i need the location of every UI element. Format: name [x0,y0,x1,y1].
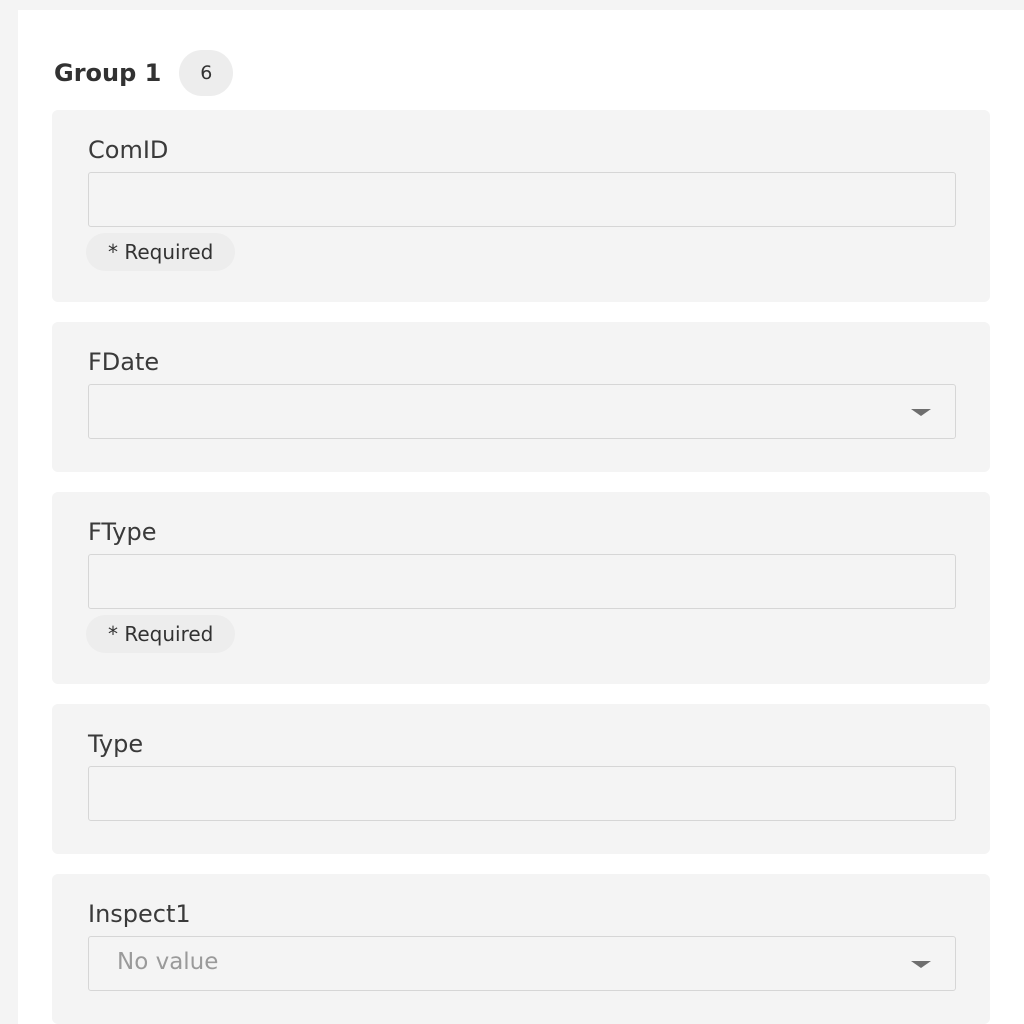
inspect1-value: No value [117,949,219,975]
chevron-down-icon[interactable] [911,961,931,968]
field-card-comid: ComID * Required [52,110,990,302]
field-card-fdate: FDate [52,322,990,472]
inspect1-select[interactable]: No value [88,936,956,991]
field-label-inspect1: Inspect1 [88,900,191,928]
field-card-type: Type [52,704,990,854]
chevron-down-icon[interactable] [911,409,931,416]
field-label-ftype: FType [88,518,157,546]
field-label-type: Type [88,730,144,758]
fdate-select[interactable] [88,384,956,439]
field-count-badge: 6 [179,50,234,96]
field-label-comid: ComID [88,136,169,164]
field-card-inspect1: Inspect1 No value [52,874,990,1024]
comid-input[interactable] [88,172,956,227]
group-title: Group 1 [54,59,162,87]
field-label-fdate: FDate [88,348,160,376]
group-header[interactable]: Group 1 6 [54,50,234,96]
field-card-ftype: FType * Required [52,492,990,684]
form-panel: Group 1 6 ComID * Required FDate FType *… [18,10,1024,1024]
ftype-input[interactable] [88,554,956,609]
required-badge-comid: * Required [86,233,236,271]
type-input[interactable] [88,766,956,821]
required-badge-ftype: * Required [86,615,236,653]
